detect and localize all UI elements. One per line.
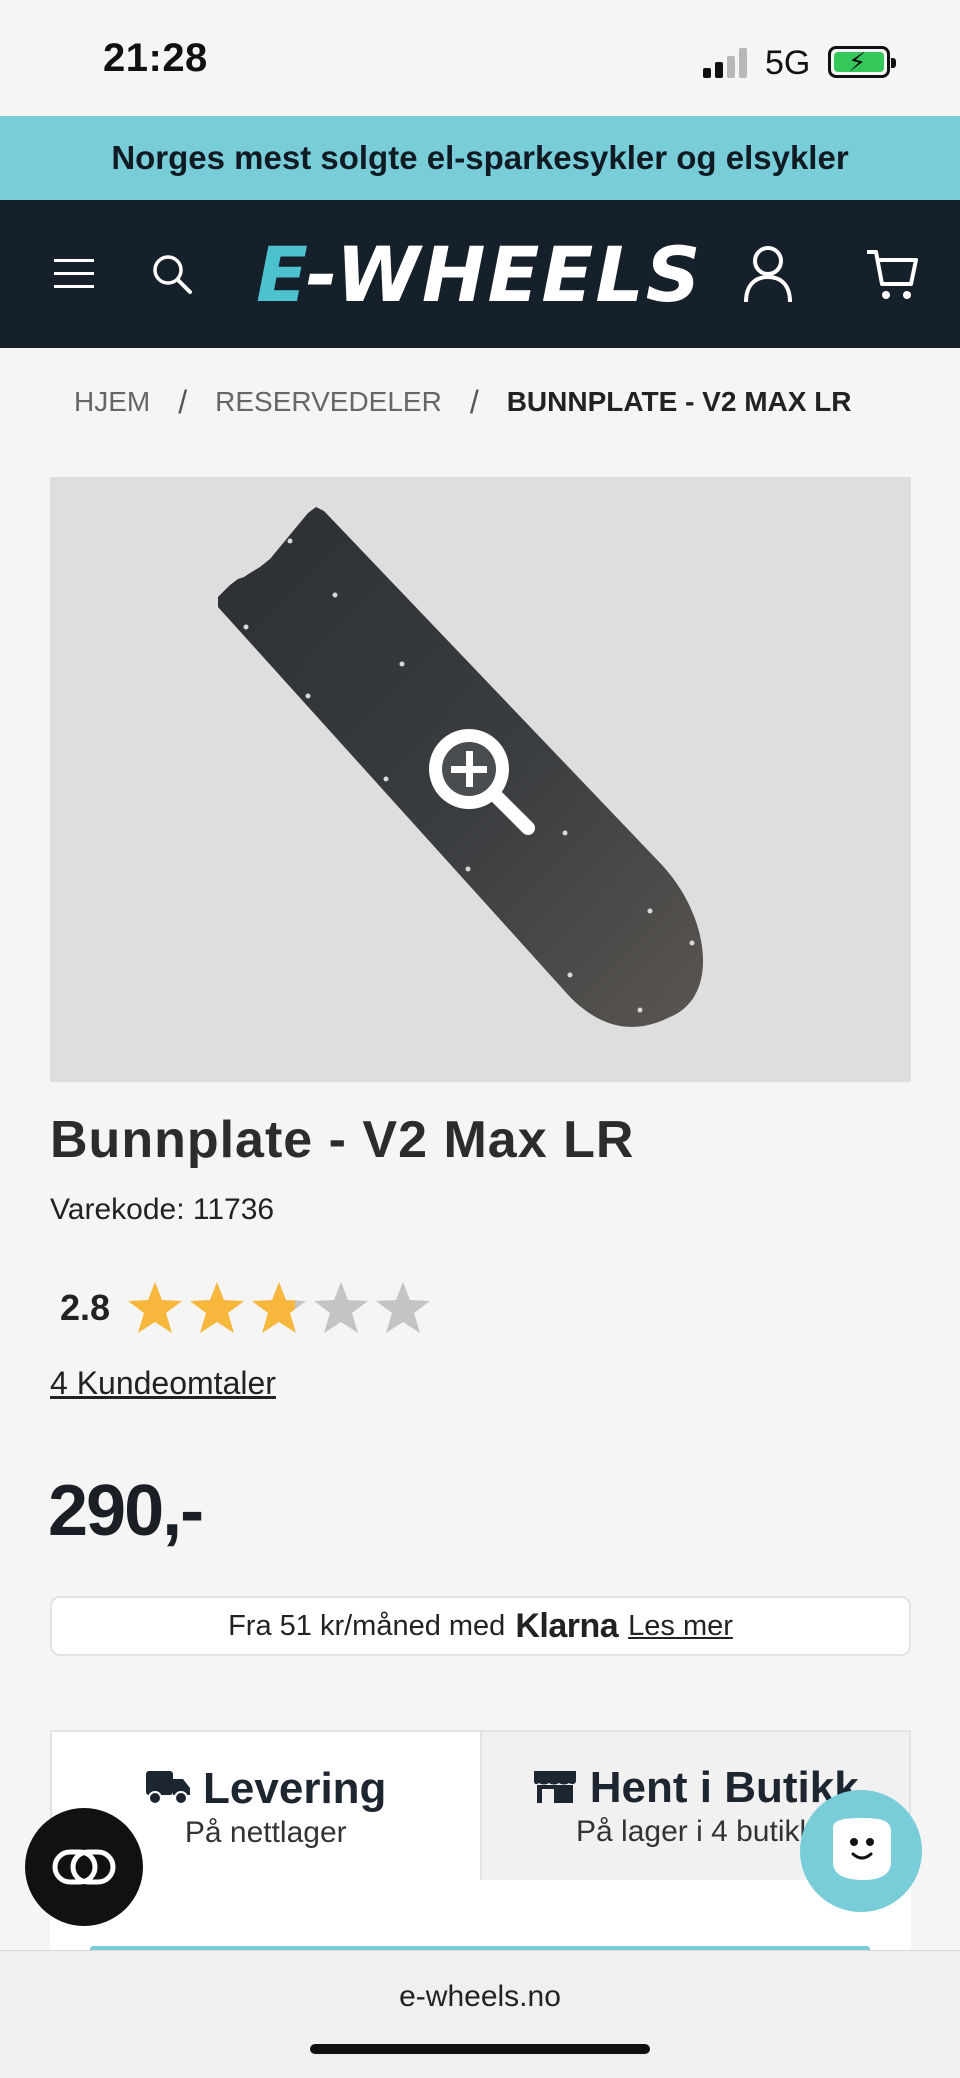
- tab-delivery-title: Levering: [203, 1764, 387, 1813]
- status-time: 21:28: [103, 36, 208, 80]
- klarna-banner: Fra 51 kr/måned med Klarna Les mer: [50, 1596, 911, 1656]
- star-icon: [128, 1282, 183, 1333]
- chat-bot-icon: [833, 1818, 891, 1880]
- delivery-panel: [50, 1880, 911, 1950]
- rating-score: 2.8: [60, 1287, 111, 1328]
- tab-pickup-subtitle: På lager i 4 butikk: [576, 1815, 815, 1848]
- rating: 2.8: [60, 1280, 432, 1336]
- breadcrumb-separator: /: [469, 383, 479, 420]
- sku-label: Varekode:: [50, 1193, 193, 1226]
- link-float-button[interactable]: [25, 1808, 143, 1926]
- breadcrumb-current: BUNNPLATE - V2 MAX LR: [506, 386, 852, 417]
- sku: Varekode: 11736: [50, 1193, 274, 1227]
- signal-icon: [703, 48, 749, 78]
- reviews-link[interactable]: 4 Kundeomtaler: [50, 1365, 276, 1402]
- zoom-icon[interactable]: [422, 722, 542, 842]
- menu-icon[interactable]: [44, 244, 104, 304]
- site-logo[interactable]: E -WHEELS: [256, 226, 702, 322]
- account-icon[interactable]: [738, 244, 798, 304]
- delivery-tabs: Levering På nettlager Hent i Butikk På l…: [50, 1730, 911, 1882]
- url-bar[interactable]: e-wheels.no: [0, 1980, 960, 2014]
- breadcrumb-category[interactable]: RESERVEDELER: [215, 386, 442, 418]
- truck-icon: [145, 1769, 191, 1810]
- link-icon: [52, 1849, 116, 1885]
- cart-icon[interactable]: [862, 244, 922, 304]
- rating-stars: [126, 1280, 432, 1336]
- star-icon: [190, 1282, 245, 1333]
- breadcrumb-home[interactable]: HJEM: [74, 386, 150, 418]
- home-indicator[interactable]: [310, 2044, 650, 2054]
- store-icon: [532, 1767, 578, 1810]
- sku-value: 11736: [192, 1193, 275, 1226]
- price: 290,-: [48, 1471, 204, 1551]
- breadcrumb: HJEM / RESERVEDELER / BUNNPLATE - V2 MAX…: [74, 382, 852, 422]
- product-title: Bunnplate - V2 Max LR: [50, 1111, 635, 1169]
- product-image[interactable]: [50, 477, 911, 1082]
- network-label: 5G: [765, 44, 811, 82]
- battery-icon: ⚡: [828, 46, 896, 78]
- promo-text: Norges mest solgte el-sparkesykler og el…: [111, 139, 849, 176]
- klarna-text: Fra 51 kr/måned med: [228, 1609, 506, 1642]
- klarna-logo: Klarna: [515, 1606, 619, 1645]
- site-header: E -WHEELS: [0, 200, 960, 348]
- status-bar: 21:28 5G ⚡: [0, 0, 960, 116]
- star-icon: [252, 1282, 307, 1333]
- star-icon: [376, 1282, 431, 1333]
- klarna-read-more-link[interactable]: Les mer: [628, 1610, 733, 1643]
- promo-banner: Norges mest solgte el-sparkesykler og el…: [0, 116, 960, 200]
- browser-bar: [0, 1950, 960, 2078]
- tab-delivery-subtitle: På nettlager: [184, 1816, 347, 1849]
- breadcrumb-separator: /: [178, 383, 188, 420]
- chat-float-button[interactable]: [800, 1790, 922, 1912]
- search-icon[interactable]: [142, 244, 202, 304]
- star-icon: [314, 1282, 369, 1333]
